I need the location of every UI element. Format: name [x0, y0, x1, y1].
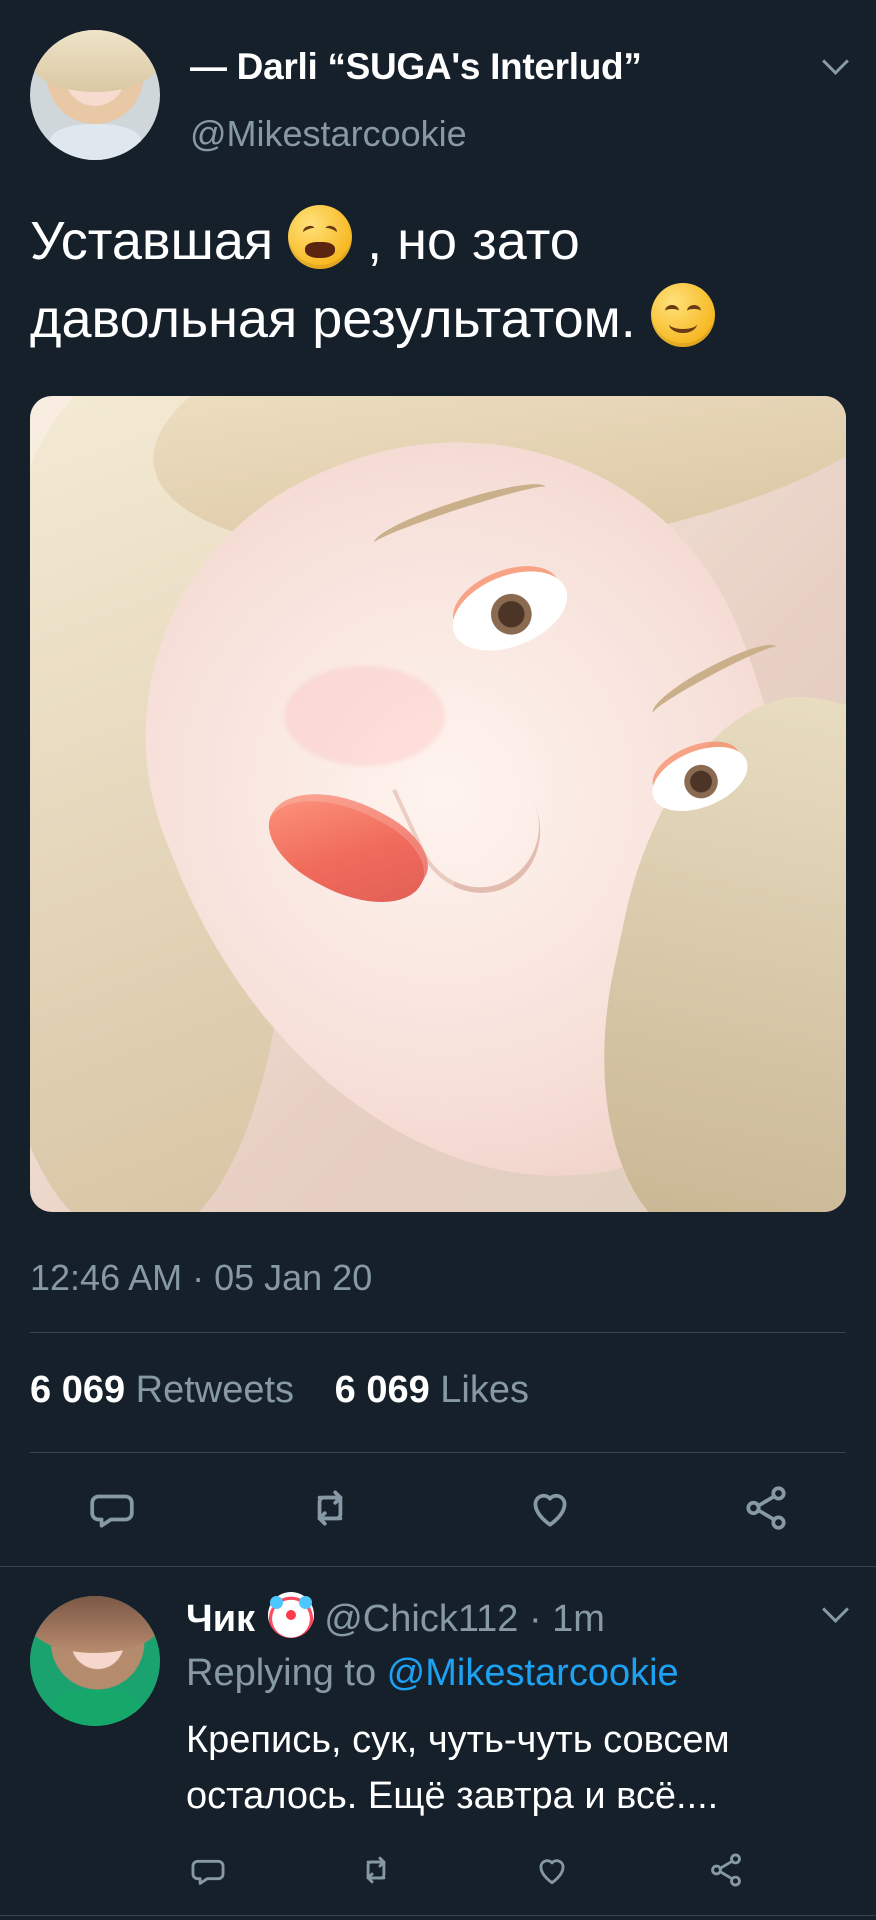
like-icon[interactable] — [530, 1848, 574, 1892]
reply-header: Чик @Chick112 · 1m — [186, 1592, 605, 1641]
tweet-text-line1-end: , но зато — [367, 211, 580, 271]
tired-face-emoji-icon — [288, 205, 353, 269]
tweet-timestamp[interactable]: 12:46 AM · 05 Jan 20 — [30, 1257, 372, 1299]
author-handle[interactable]: @Mikestarcookie — [190, 113, 467, 155]
tweet-text-line2: давольная результатом. — [30, 289, 636, 349]
reply-author-avatar[interactable] — [30, 1596, 160, 1726]
smiling-face-emoji-icon — [650, 283, 715, 347]
reply-avatar-hair — [30, 1596, 160, 1654]
chevron-down-icon[interactable] — [822, 1596, 849, 1623]
clown-emoji-icon — [267, 1592, 314, 1638]
replying-to-mention[interactable]: @Mikestarcookie — [387, 1652, 679, 1694]
retweets-stat[interactable]: 6 069 Retweets — [30, 1369, 294, 1412]
author-display-name[interactable]: — Darli “SUGA's Interlud” — [190, 46, 642, 88]
reply-avatar-shirt — [49, 1689, 141, 1726]
tweet-photo[interactable] — [30, 396, 846, 1212]
replying-prefix: Replying to — [186, 1652, 387, 1694]
photo-cheek — [285, 666, 445, 766]
divider — [30, 1332, 846, 1333]
likes-stat[interactable]: 6 069 Likes — [335, 1369, 529, 1412]
reply-handle-time[interactable]: @Chick112 · 1m — [324, 1598, 605, 1640]
likes-label: Likes — [440, 1369, 529, 1411]
share-icon[interactable] — [704, 1848, 748, 1892]
tweet-stats: 6 069 Retweets 6 069 Likes — [30, 1369, 559, 1412]
reply-icon[interactable] — [84, 1480, 140, 1536]
divider — [0, 1915, 876, 1916]
divider — [0, 1566, 876, 1567]
likes-count: 6 069 — [334, 1369, 430, 1411]
reply-actions — [186, 1848, 816, 1892]
share-icon[interactable] — [738, 1480, 794, 1536]
replying-to: Replying to @Mikestarcookie — [186, 1652, 679, 1695]
retweet-icon[interactable] — [354, 1848, 398, 1892]
tweet-detail-screen: — Darli “SUGA's Interlud” @Mikestarcooki… — [0, 0, 876, 1920]
retweets-count: 6 069 — [30, 1369, 126, 1411]
avatar-hair — [30, 30, 160, 93]
reply-text: Крепись, сук, чуть-чуть совсем осталось.… — [186, 1719, 730, 1817]
retweet-icon[interactable] — [302, 1480, 358, 1536]
divider — [30, 1452, 846, 1453]
avatar-shirt — [49, 123, 141, 160]
retweets-label: Retweets — [135, 1369, 295, 1411]
like-icon[interactable] — [522, 1480, 578, 1536]
tweet-text: Уставшая , но зато давольная результатом… — [30, 202, 850, 358]
reply-icon[interactable] — [186, 1848, 230, 1892]
tweet-text-line1-start: Уставшая — [30, 211, 274, 271]
author-avatar[interactable] — [30, 30, 160, 160]
reply-author-name[interactable]: Чик — [186, 1598, 255, 1640]
chevron-down-icon[interactable] — [822, 48, 849, 75]
tweet-actions — [54, 1480, 822, 1536]
